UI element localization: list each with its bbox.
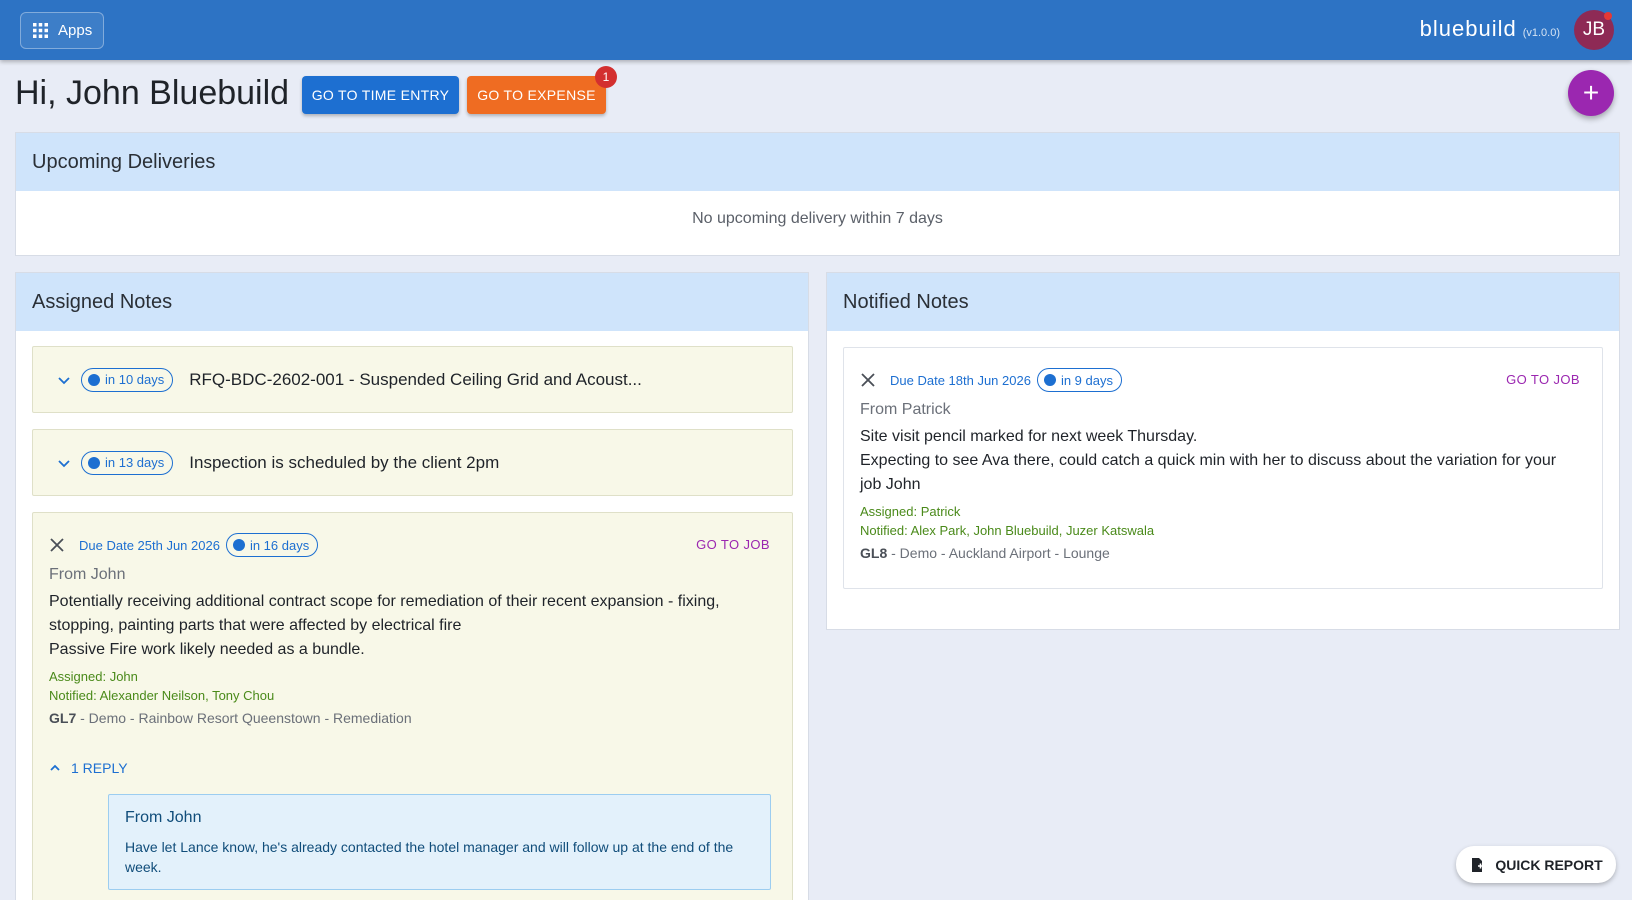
go-to-time-entry-button[interactable]: GO TO TIME ENTRY: [302, 76, 459, 114]
chevron-up-icon: [50, 764, 60, 771]
panel-title: Assigned Notes: [16, 273, 808, 331]
note-body-line: Expecting to see Ava there, could catch …: [860, 452, 1557, 493]
note-header: Due Date 18th Jun 2026 in 9 days: [860, 368, 1122, 392]
note-header: Due Date 25th Jun 2026 in 16 days: [49, 533, 319, 557]
go-to-job-link[interactable]: GO TO JOB: [1506, 372, 1580, 387]
pill-dot: [1043, 374, 1056, 386]
add-fab-button[interactable]: +: [1568, 70, 1614, 116]
reply-card: From John Have let Lance know, he's alre…: [108, 794, 771, 890]
panel-title: Notified Notes: [827, 273, 1619, 331]
note-title: RFQ-BDC-2602-001 - Suspended Ceiling Gri…: [189, 369, 642, 389]
avatar-status-dot: [1604, 12, 1612, 20]
job-reference: GL8 - Demo - Auckland Airport - Lounge: [860, 545, 1110, 561]
note-body: Potentially receiving additional contrac…: [49, 590, 759, 662]
pill-text: in 13 days: [105, 455, 165, 470]
panel-title: Upcoming Deliveries: [16, 133, 1619, 191]
notified-notes-panel: Notified Notes Due Date 18th Jun 2026 in…: [826, 272, 1620, 630]
go-to-expense-button[interactable]: GO TO EXPENSE: [467, 76, 606, 114]
note-author: From Patrick: [860, 401, 951, 418]
note-body-line: Site visit pencil marked for next week T…: [860, 428, 1198, 445]
quick-report-label: QUICK REPORT: [1495, 856, 1603, 873]
assigned-to: Assigned: John: [49, 669, 138, 684]
pill-text: in 10 days: [105, 372, 165, 387]
avatar[interactable]: JB: [1574, 10, 1614, 50]
pill-dot: [232, 539, 245, 551]
brand-name: bluebuild: [1419, 16, 1517, 41]
brand-version: (v1.0.0): [1522, 27, 1560, 39]
pill-dot: [88, 373, 100, 386]
note-body-line: Potentially receiving additional contrac…: [49, 593, 720, 634]
due-pill: in 16 days: [225, 533, 319, 557]
job-code: GL7: [49, 710, 77, 726]
empty-state-text: No upcoming delivery within 7 days: [692, 210, 943, 227]
greeting: Hi, John Bluebuild: [15, 74, 290, 112]
pill-dot: [88, 456, 100, 469]
plus-icon: +: [1582, 77, 1600, 108]
notified-users: Notified: Alexander Neilson, Tony Chou: [49, 688, 275, 703]
close-icon[interactable]: [860, 372, 876, 388]
expanded-note-card: Due Date 25th Jun 2026 in 16 days GO TO …: [32, 512, 793, 900]
job-reference: GL7 - Demo - Rainbow Resort Queenstown -…: [49, 710, 412, 726]
note-title: Inspection is scheduled by the client 2p…: [189, 452, 500, 472]
quick-report-button[interactable]: QUICK REPORT: [1456, 846, 1616, 883]
due-pill: in 9 days: [1036, 368, 1122, 392]
reply-toggle[interactable]: 1 REPLY: [49, 760, 128, 776]
note-body-line: Passive Fire work likely needed as a bun…: [49, 641, 365, 658]
chevron-down-icon[interactable]: [57, 373, 71, 387]
due-date: Due Date 25th Jun 2026: [79, 537, 220, 553]
apps-button[interactable]: Apps: [20, 12, 104, 49]
brand: bluebuild (v1.0.0): [1420, 16, 1560, 42]
note-row[interactable]: in 13 days Inspection is scheduled by th…: [32, 429, 793, 496]
assigned-to: Assigned: Patrick: [860, 504, 961, 519]
due-pill: in 13 days: [81, 450, 174, 475]
note-author: From John: [49, 566, 126, 583]
pill-text: in 16 days: [249, 537, 310, 553]
reply-author: From John: [125, 809, 202, 826]
pill-text: in 9 days: [1060, 372, 1113, 388]
due-date: Due Date 18th Jun 2026: [890, 372, 1031, 388]
due-pill: in 10 days: [81, 367, 174, 392]
avatar-initials: JB: [1582, 19, 1606, 40]
note-body: Site visit pencil marked for next week T…: [860, 425, 1570, 497]
expense-count-badge: 1: [595, 66, 617, 88]
job-name: - Demo - Auckland Airport - Lounge: [887, 545, 1110, 561]
note-card: Due Date 18th Jun 2026 in 9 days GO TO J…: [843, 347, 1603, 589]
go-to-job-link[interactable]: GO TO JOB: [696, 537, 770, 552]
apps-label: Apps: [58, 22, 93, 39]
assigned-notes-panel: Assigned Notes in 10 days RFQ-BDC-2602-0…: [15, 272, 809, 900]
job-code: GL8: [860, 545, 888, 561]
top-bar: Apps bluebuild (v1.0.0) JB: [0, 0, 1632, 60]
report-icon: [1472, 857, 1484, 872]
notified-users: Notified: Alex Park, John Bluebuild, Juz…: [860, 523, 1155, 538]
reply-count: 1 REPLY: [71, 760, 128, 776]
close-icon[interactable]: [49, 537, 65, 553]
job-name: - Demo - Rainbow Resort Queenstown - Rem…: [76, 710, 412, 726]
upcoming-deliveries-panel: Upcoming Deliveries No upcoming delivery…: [15, 132, 1620, 256]
apps-grid-icon: [33, 23, 48, 38]
reply-text: Have let Lance know, he's already contac…: [125, 839, 734, 875]
note-row[interactable]: in 10 days RFQ-BDC-2602-001 - Suspended …: [32, 346, 793, 413]
chevron-down-icon[interactable]: [57, 456, 71, 470]
